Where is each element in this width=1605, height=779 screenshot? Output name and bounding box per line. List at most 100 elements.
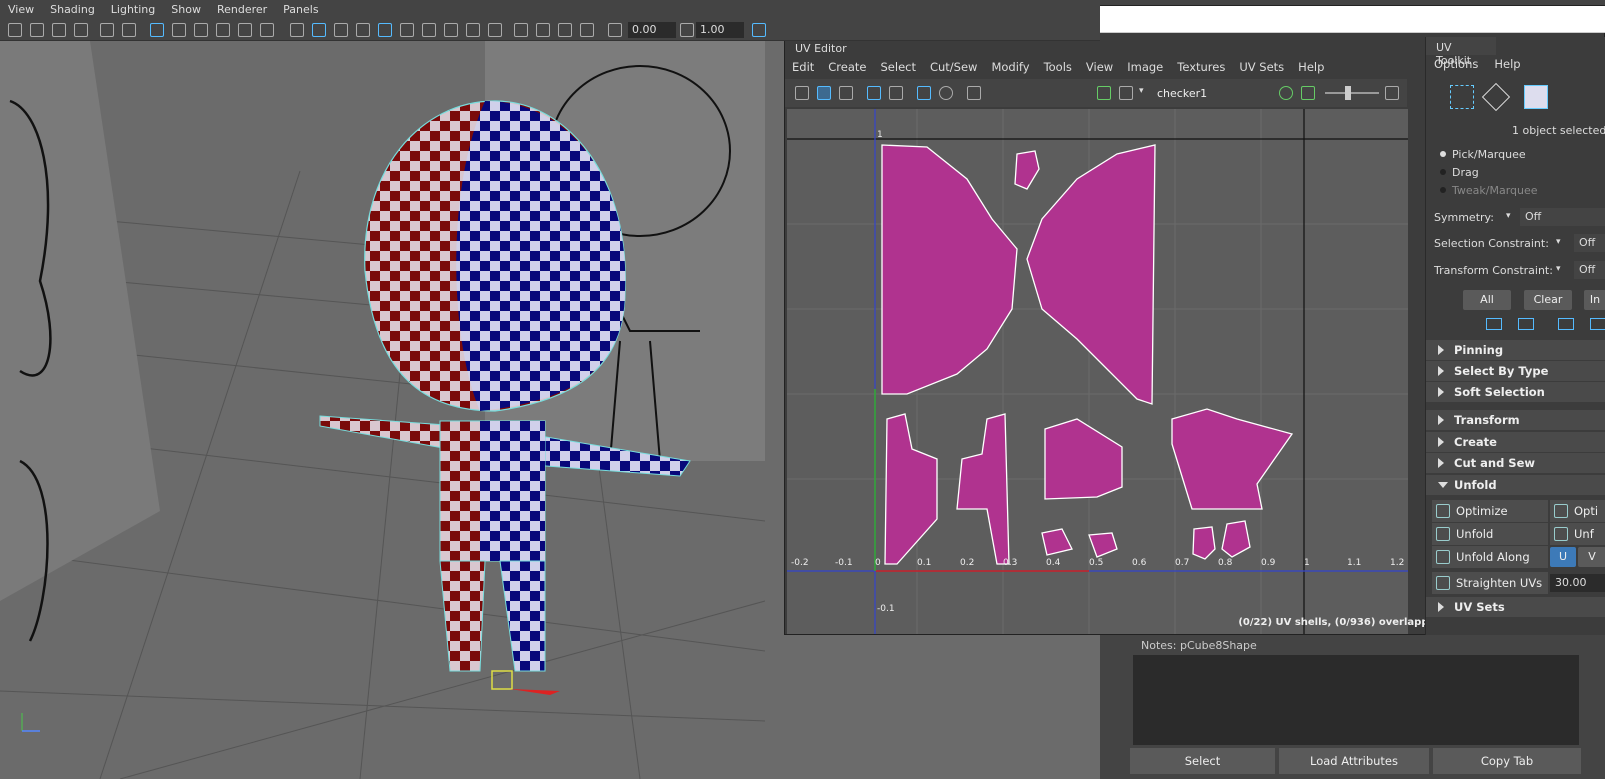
uv-menu-uv-sets[interactable]: UV Sets (1232, 60, 1291, 74)
viewport-3d[interactable] (0, 0, 765, 779)
unfold-u-button[interactable]: U (1550, 547, 1576, 567)
clear-button[interactable]: Clear (1524, 290, 1572, 310)
notes-textarea[interactable] (1133, 655, 1579, 745)
depth-of-field-icon[interactable] (580, 23, 594, 37)
checker-icon[interactable] (1119, 86, 1133, 100)
xray-components-icon[interactable] (488, 23, 502, 37)
section-select-by-type[interactable]: Select By Type (1426, 361, 1605, 381)
color-management-icon[interactable] (752, 23, 766, 37)
symmetry-dropdown[interactable]: Off (1520, 208, 1605, 226)
mode-drag[interactable]: Drag (1452, 166, 1479, 179)
optimize-button[interactable]: Optimize (1432, 500, 1548, 522)
snap-icon[interactable] (939, 86, 953, 100)
transform-constraint-dropdown[interactable]: Off (1574, 261, 1605, 279)
gate-mask-icon[interactable] (216, 23, 230, 37)
straighten-uvs-button[interactable]: Straighten UVs (1432, 572, 1548, 594)
safe-action-icon[interactable] (260, 23, 274, 37)
resolution-gate-icon[interactable] (194, 23, 208, 37)
uv-menu-textures[interactable]: Textures (1170, 60, 1232, 74)
menu-panels[interactable]: Panels (275, 3, 326, 16)
object-cube-icon[interactable] (1524, 85, 1548, 109)
film-gate-icon[interactable] (172, 23, 186, 37)
section-cut-and-sew[interactable]: Cut and Sew (1426, 453, 1605, 473)
invert-button[interactable]: In (1584, 290, 1605, 310)
distortion-icon[interactable] (839, 86, 853, 100)
menu-shading[interactable]: Shading (42, 3, 103, 16)
orient-icon[interactable] (1590, 318, 1605, 330)
radio-tweak-marquee[interactable] (1440, 187, 1446, 193)
gamma-icon[interactable] (680, 23, 694, 37)
uv-canvas[interactable]: -0.2 -0.1 0 0.1 0.2 0.3 0.4 0.5 0.6 0.7 … (787, 109, 1408, 634)
marquee-select-icon[interactable] (1450, 85, 1474, 109)
uv-menu-image[interactable]: Image (1120, 60, 1170, 74)
camera-icon[interactable] (8, 23, 22, 37)
tk-menu-help[interactable]: Help (1486, 55, 1528, 73)
xray-joints-icon[interactable] (466, 23, 480, 37)
image-editor-icon[interactable] (1097, 86, 1111, 100)
2d-pan-icon[interactable] (100, 23, 114, 37)
section-soft-selection[interactable]: Soft Selection (1426, 382, 1605, 402)
uv-menu-cut-sew[interactable]: Cut/Sew (923, 60, 984, 74)
align-icon[interactable] (1486, 318, 1502, 330)
chevron-down-icon[interactable]: ▾ (1139, 86, 1144, 96)
radio-pick-marquee[interactable] (1440, 151, 1446, 157)
stack-icon[interactable] (1558, 318, 1574, 330)
chevron-down-icon[interactable]: ▾ (1556, 264, 1561, 274)
uv-menu-view[interactable]: View (1079, 60, 1120, 74)
mode-pick-marquee[interactable]: Pick/Marquee (1452, 148, 1526, 161)
wireframe-icon[interactable] (290, 23, 304, 37)
textured-icon[interactable] (378, 23, 392, 37)
scene-view[interactable] (0, 41, 765, 779)
bookmark-icon[interactable] (52, 23, 66, 37)
unfold-along-button[interactable]: Unfold Along (1432, 546, 1548, 568)
ambient-occlusion-icon[interactable] (514, 23, 528, 37)
section-pinning[interactable]: Pinning (1426, 340, 1605, 360)
smooth-shade-icon[interactable] (312, 23, 326, 37)
default-material-icon[interactable] (334, 23, 348, 37)
gamma-field[interactable]: 1.00 (696, 22, 744, 38)
uv-menu-help[interactable]: Help (1291, 60, 1331, 74)
section-uv-sets[interactable]: UV Sets (1426, 597, 1605, 617)
unfold-options-button[interactable]: Unf (1550, 523, 1605, 545)
chevron-down-icon[interactable]: ▾ (1506, 211, 1511, 221)
copy-tab-button[interactable]: Copy Tab (1433, 748, 1581, 774)
selection-constraint-dropdown[interactable]: Off (1574, 234, 1605, 252)
load-attributes-button[interactable]: Load Attributes (1279, 748, 1429, 774)
select-button[interactable]: Select (1130, 748, 1275, 774)
grid-icon[interactable] (150, 23, 164, 37)
toggle-grid-icon[interactable] (917, 86, 931, 100)
menu-lighting[interactable]: Lighting (103, 3, 163, 16)
brightness-slider-handle[interactable] (1345, 86, 1351, 100)
menu-show[interactable]: Show (163, 3, 209, 16)
shadows-icon[interactable] (422, 23, 436, 37)
shaded-uv-icon[interactable] (817, 86, 831, 100)
chevron-down-icon[interactable]: ▾ (1556, 237, 1561, 247)
menu-renderer[interactable]: Renderer (209, 3, 275, 16)
snapshot-icon[interactable] (967, 86, 981, 100)
radio-drag[interactable] (1440, 169, 1446, 175)
xray-icon[interactable] (444, 23, 458, 37)
unfold-button[interactable]: Unfold (1432, 523, 1548, 545)
straighten-angle-field[interactable]: 30.00 (1550, 574, 1605, 592)
uv-menu-select[interactable]: Select (874, 60, 923, 74)
panel-toggle-icon[interactable] (1385, 86, 1399, 100)
select-all-button[interactable]: All (1463, 290, 1511, 310)
uv-menu-create[interactable]: Create (821, 60, 873, 74)
image-ratio-icon[interactable] (1301, 86, 1315, 100)
wireframe-on-shaded-icon[interactable] (356, 23, 370, 37)
uv-menu-modify[interactable]: Modify (984, 60, 1036, 74)
motion-blur-icon[interactable] (536, 23, 550, 37)
optimize-options-button[interactable]: Opti (1550, 500, 1605, 522)
unfold-v-button[interactable]: V (1578, 547, 1605, 567)
uv-menu-edit[interactable]: Edit (785, 60, 821, 74)
isolate-icon[interactable] (1279, 86, 1293, 100)
tk-menu-options[interactable]: Options (1426, 55, 1486, 73)
uv-grid-icon[interactable] (795, 86, 809, 100)
uv-menu-tools[interactable]: Tools (1037, 60, 1079, 74)
grease-pencil-icon[interactable] (122, 23, 136, 37)
texture-name[interactable]: checker1 (1157, 87, 1207, 100)
menu-view[interactable]: View (0, 3, 42, 16)
uv-toolkit-tab[interactable]: UV Toolkit (1426, 37, 1496, 67)
shell-select-icon[interactable] (1481, 82, 1511, 112)
section-unfold[interactable]: Unfold (1426, 475, 1605, 495)
